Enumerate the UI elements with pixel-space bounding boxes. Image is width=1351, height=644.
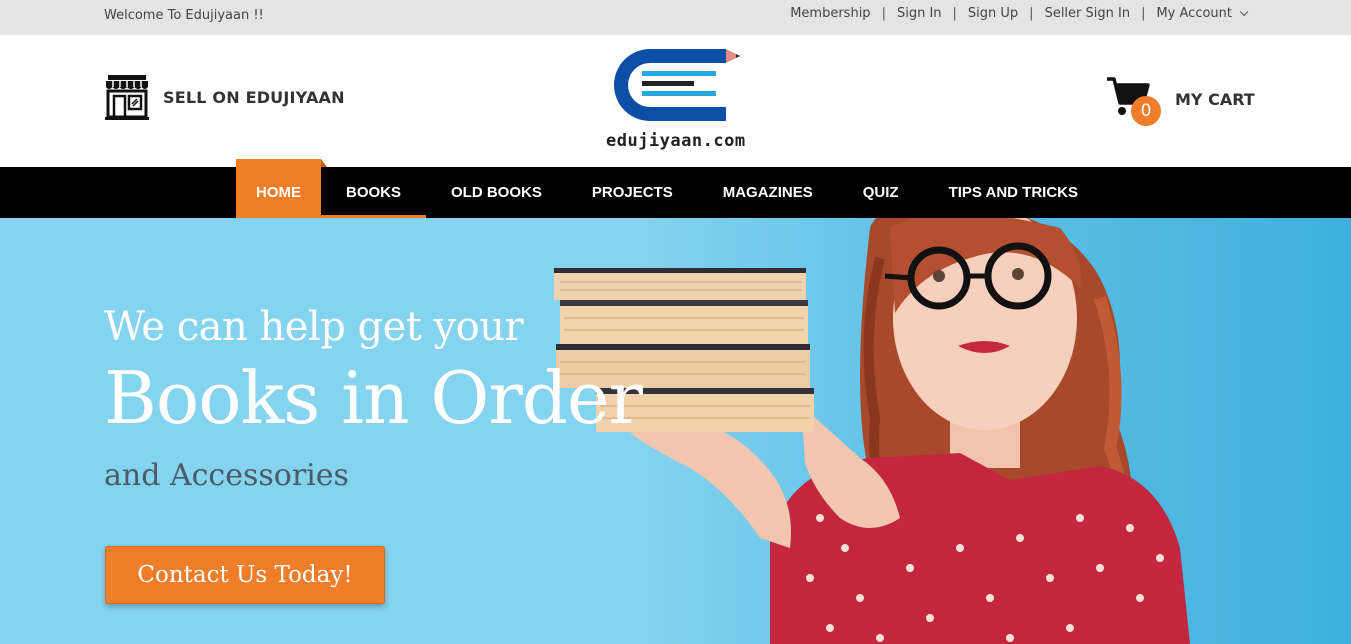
top-bar: Welcome To Edujiyaan !! Membership | Sig… [0,0,1351,35]
hero-banner: We can help get your Books in Order and … [0,218,1351,644]
nav-magazines[interactable]: MAGAZINES [698,167,838,218]
separator: | [881,6,886,21]
cart-label: MY CART [1175,90,1255,109]
hero-subheading: and Accessories [104,458,349,493]
store-icon [105,75,149,120]
membership-link[interactable]: Membership [790,6,870,21]
logo-mark [614,49,740,121]
logo-text: edujiyaan.com [606,131,746,151]
sell-label: SELL ON EDUJIYAAN [163,87,345,107]
seller-sign-in-link[interactable]: Seller Sign In [1045,6,1131,21]
nav-home[interactable]: HOME [236,159,327,218]
cart-count-badge: 0 [1131,96,1161,126]
sign-up-link[interactable]: Sign Up [968,6,1018,21]
nav-projects[interactable]: PROJECTS [567,167,698,218]
nav-quiz[interactable]: QUIZ [838,167,924,218]
account-links: Membership | Sign In | Sign Up | Seller … [790,6,1249,21]
hero-heading-line-2: Books in Order [104,356,643,440]
chevron-down-icon[interactable] [1239,7,1249,16]
main-nav: HOME BOOKS OLD BOOKS PROJECTS MAGAZINES … [0,159,1351,218]
separator: | [1141,6,1146,21]
separator: | [952,6,957,21]
my-account-dropdown[interactable]: My Account [1156,6,1232,21]
cart-icon-wrap: 0 [1106,75,1162,126]
site-logo[interactable]: edujiyaan.com [600,45,750,155]
site-header: SELL ON EDUJIYAAN edujiyaan.com 0 MY CAR… [0,35,1351,167]
my-cart-button[interactable]: 0 MY CART [1106,75,1255,126]
hero-heading-line-1: We can help get your [104,304,524,350]
contact-us-button[interactable]: Contact Us Today! [105,546,385,604]
welcome-text: Welcome To Edujiyaan !! [104,8,264,23]
sign-in-link[interactable]: Sign In [897,6,942,21]
nav-tips-and-tricks[interactable]: TIPS AND TRICKS [924,167,1103,218]
hero-woman-with-books-image [554,218,1190,644]
nav-old-books[interactable]: OLD BOOKS [426,167,567,218]
nav-books[interactable]: BOOKS [321,167,427,218]
sell-on-edujiyaan-link[interactable]: SELL ON EDUJIYAAN [104,73,345,121]
separator: | [1029,6,1034,21]
